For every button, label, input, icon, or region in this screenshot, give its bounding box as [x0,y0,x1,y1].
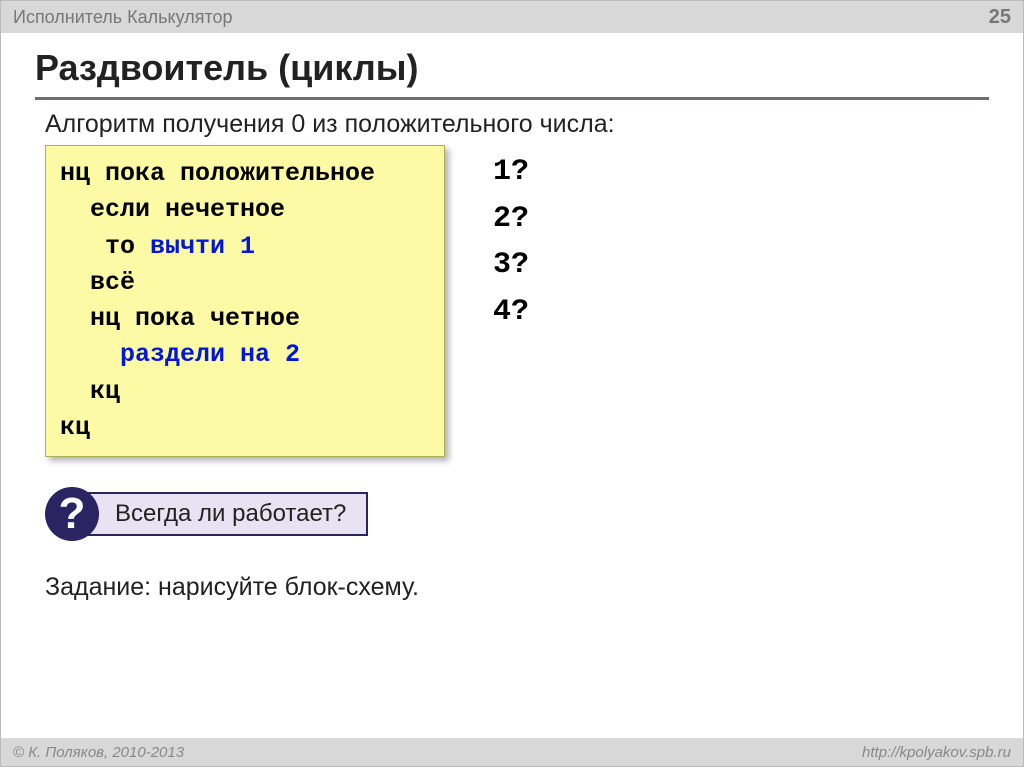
question-list: 1? 2? 3? 4? [493,149,529,335]
code-line-6: раздели на 2 [60,340,300,369]
code-line-3b: вычти 1 [150,232,255,261]
title-underline [35,97,989,100]
slide-content: Алгоритм получения 0 из положительного ч… [1,110,1023,602]
slide-footer: © К. Поляков, 2010-2013 http://kpolyakov… [1,738,1023,766]
callout-text: Всегда ли работает? [77,492,368,536]
code-line-3a: то [60,232,150,261]
slide-header: Исполнитель Калькулятор 25 [1,1,1023,33]
question-mark-icon: ? [45,487,99,541]
code-line-7: кц [60,377,120,406]
code-line-2: если нечетное [60,195,285,224]
main-row: нц пока положительное если нечетное то в… [45,145,979,457]
code-line-5: нц пока четное [60,304,300,333]
code-line-1: нц пока положительное [60,159,375,188]
question-2: 2? [493,196,529,243]
task-text: Задание: нарисуйте блок-схему. [45,573,979,602]
code-line-8: кц [60,413,90,442]
question-1: 1? [493,149,529,196]
question-3: 3? [493,242,529,289]
footer-url: http://kpolyakov.spb.ru [862,744,1011,761]
page-number: 25 [989,6,1011,29]
header-left: Исполнитель Калькулятор [13,7,233,28]
footer-copyright: © К. Поляков, 2010-2013 [13,744,184,761]
description-text: Алгоритм получения 0 из положительного ч… [45,110,979,139]
code-box: нц пока положительное если нечетное то в… [45,145,445,457]
callout: ? Всегда ли работает? [45,487,979,541]
code-line-4: всё [60,268,135,297]
slide-title: Раздвоитель (циклы) [1,33,1023,97]
question-4: 4? [493,289,529,336]
